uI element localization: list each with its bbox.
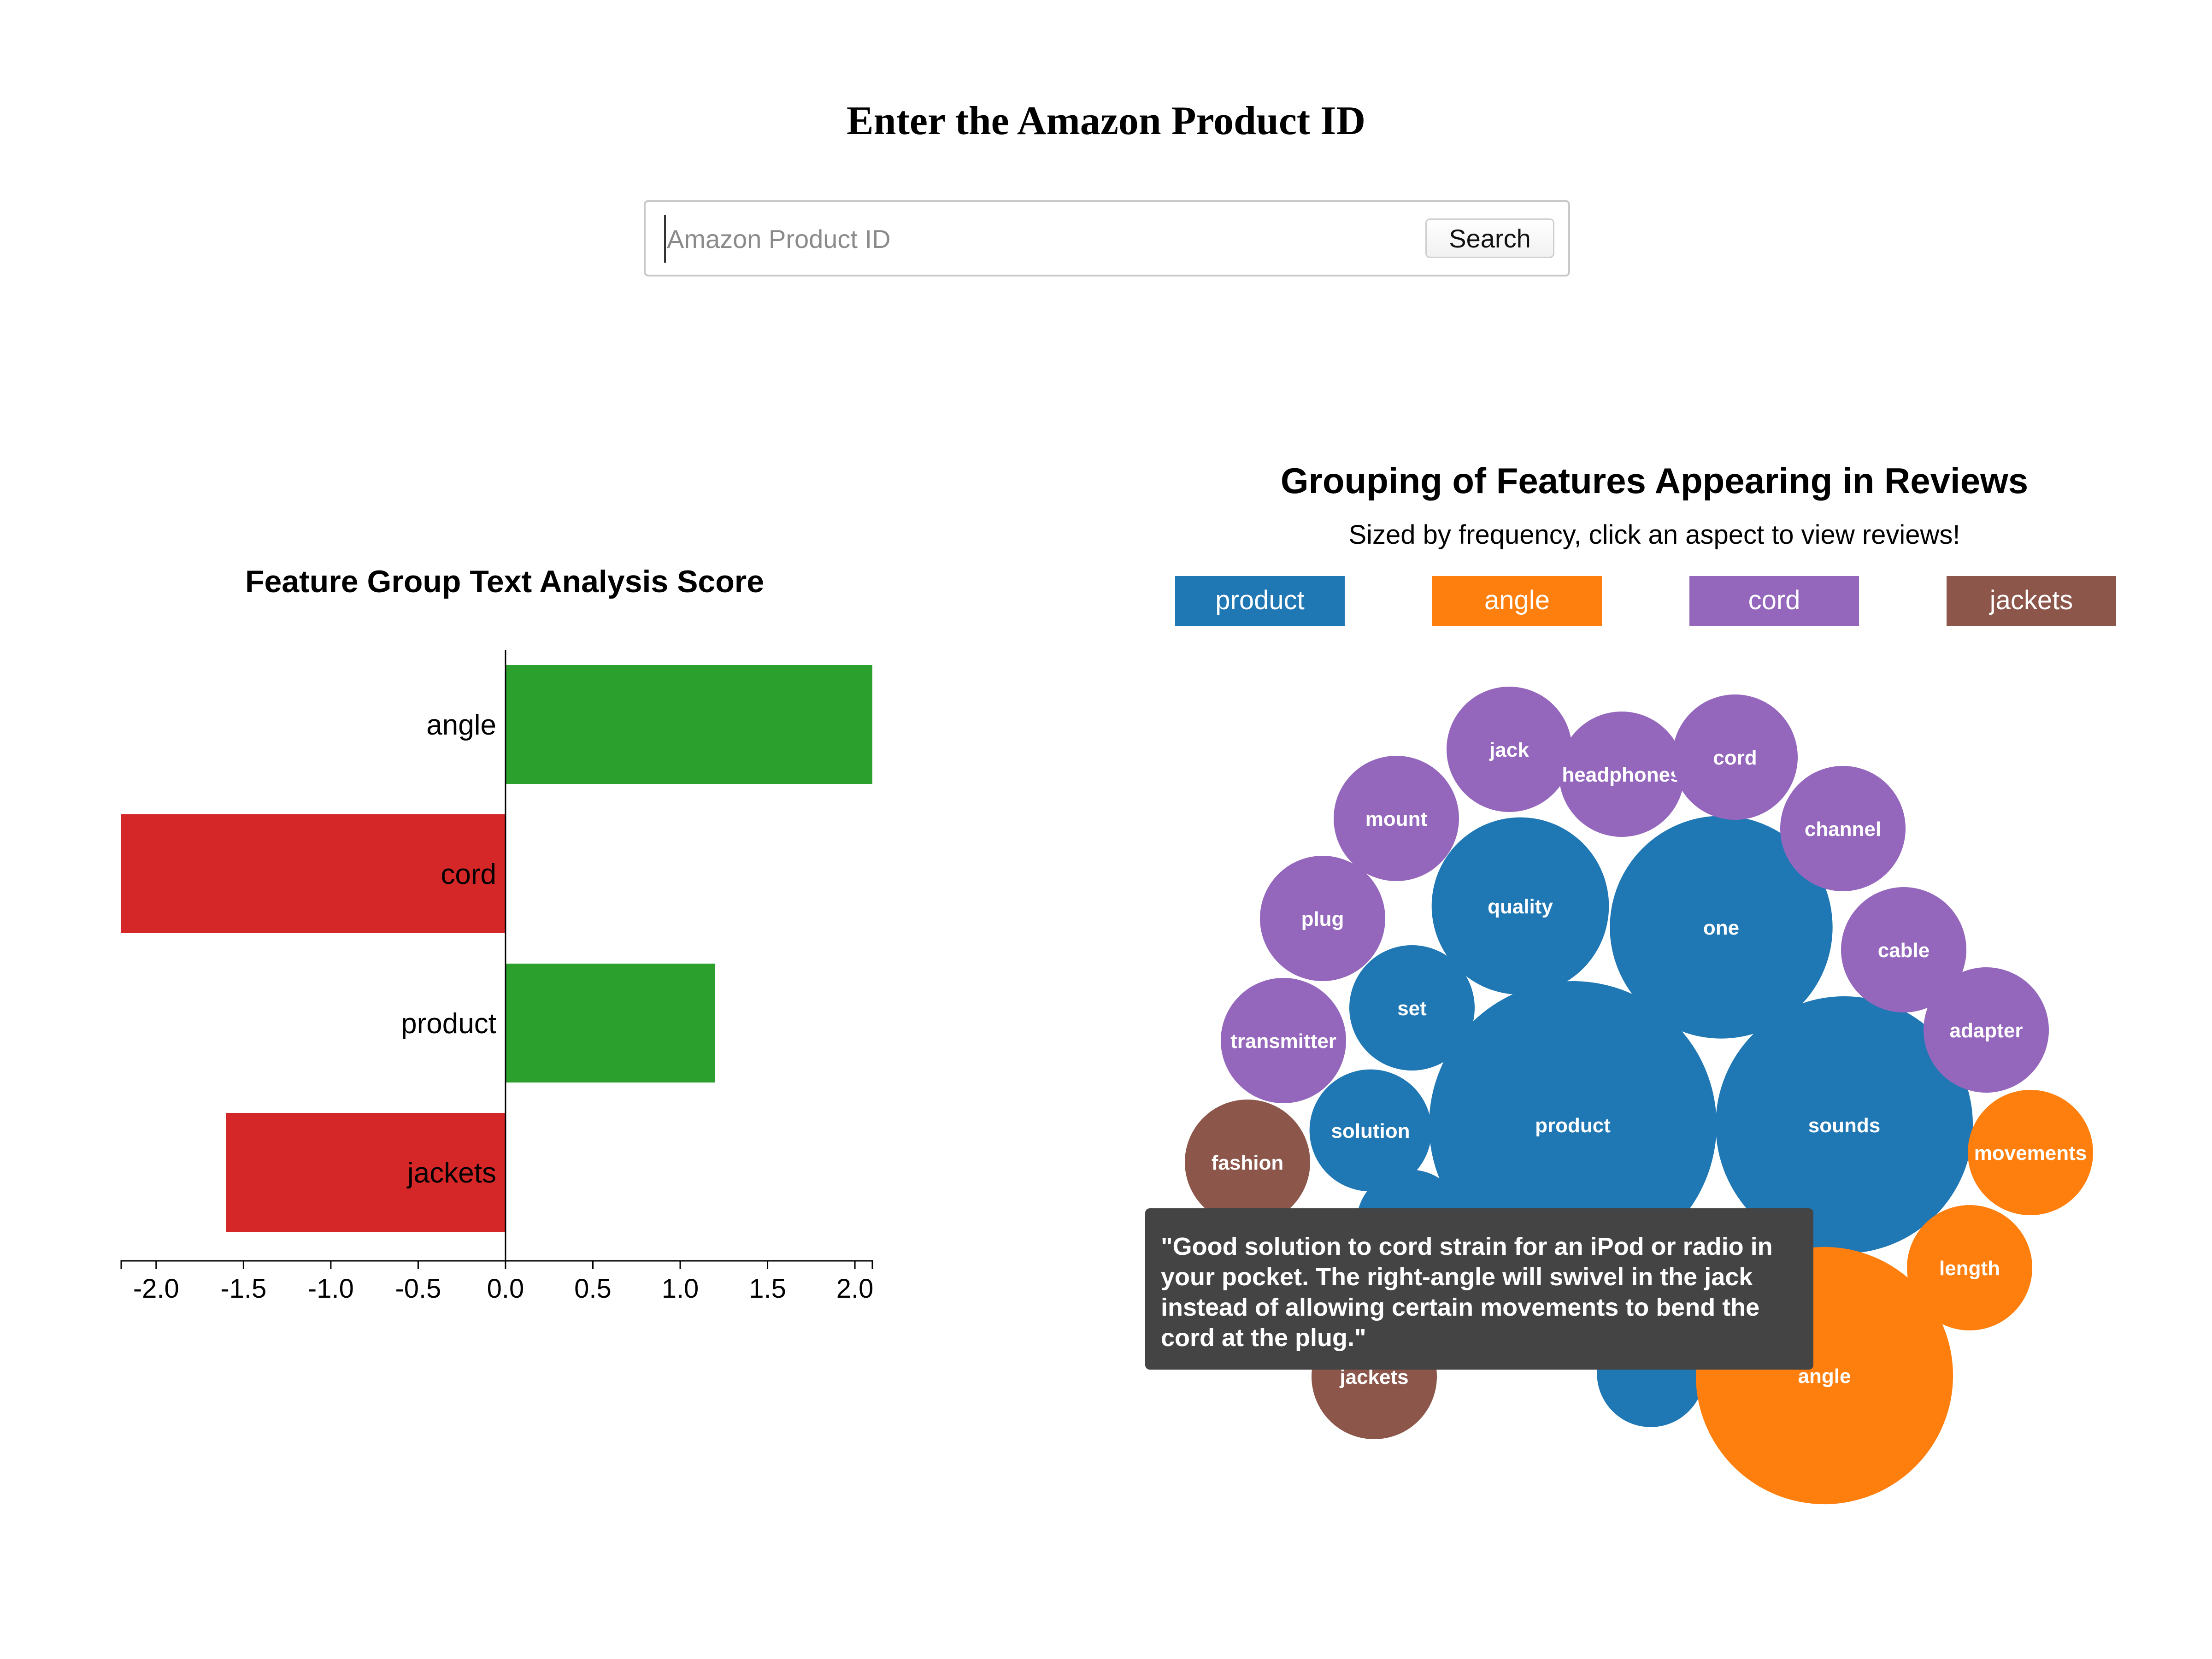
legend-angle-label: angle	[1484, 585, 1550, 615]
bar-chart-title: Feature Group Text Analysis Score	[245, 564, 764, 599]
page-title: Enter the Amazon Product ID	[846, 99, 1366, 143]
x-tick-label: -2.0	[133, 1274, 179, 1304]
bubble-label-one: one	[1703, 917, 1739, 939]
bar-label-angle: angle	[426, 709, 496, 741]
bar-label-jackets: jackets	[406, 1157, 496, 1189]
bar-label-cord: cord	[441, 859, 496, 890]
x-tick-label: 1.0	[662, 1274, 699, 1304]
x-tick-label: -1.5	[220, 1274, 266, 1304]
bubble-label-cable: cable	[1878, 939, 1930, 962]
search-button[interactable]: Search	[1425, 218, 1554, 258]
bubble-label-quality: quality	[1488, 895, 1553, 918]
feature-bubble-chart: Grouping of Features Appearing in Review…	[1175, 460, 2116, 1505]
x-tick-label: -1.0	[308, 1274, 354, 1304]
search-box: Search	[644, 200, 1570, 276]
x-tick-label: 0.0	[487, 1274, 524, 1304]
tooltip-line: instead of allowing certain movements to…	[1161, 1294, 1760, 1321]
x-tick-label: -0.5	[395, 1274, 441, 1304]
bubble-label-length: length	[1939, 1257, 2000, 1280]
bubble-label-headphones: headphones	[1562, 764, 1681, 786]
bubble-label-solution: solution	[1331, 1120, 1410, 1142]
product-id-input[interactable]	[664, 215, 1358, 263]
bubble-label-sounds: sounds	[1808, 1114, 1880, 1137]
tooltip-line: your pocket. The right-angle will swivel…	[1161, 1263, 1753, 1291]
legend-product-label: product	[1215, 585, 1304, 615]
bar-label-product: product	[401, 1008, 496, 1040]
tooltip-line: cord at the plug."	[1161, 1324, 1366, 1352]
bubble-label-cord: cord	[1713, 747, 1757, 769]
bubble-label-fashion: fashion	[1212, 1152, 1283, 1174]
bar-product[interactable]	[505, 964, 715, 1082]
tooltip-line: "Good solution to cord strain for an iPo…	[1161, 1233, 1773, 1260]
bubble-label-jack: jack	[1489, 739, 1529, 761]
bubble-label-mount: mount	[1365, 808, 1428, 830]
legend-cord-label: cord	[1748, 585, 1800, 615]
x-axis-line	[120, 1260, 873, 1269]
bubble-chart-title: Grouping of Features Appearing in Review…	[1281, 460, 2028, 501]
x-tick-label: 1.5	[749, 1274, 786, 1304]
legend-jackets-label: jackets	[1989, 585, 2073, 615]
x-tick-label: 2.0	[836, 1274, 874, 1304]
bubble-label-adapter: adapter	[1950, 1019, 2023, 1042]
bubble-label-channel: channel	[1805, 818, 1881, 841]
bubble-label-set: set	[1397, 997, 1427, 1020]
bubble-label-transmitter: transmitter	[1230, 1030, 1336, 1053]
x-tick-label: 0.5	[574, 1274, 612, 1304]
bar-angle[interactable]	[505, 665, 872, 784]
bubble-label-plug: plug	[1301, 908, 1344, 930]
review-tooltip: "Good solution to cord strain for an iPo…	[1145, 1208, 1813, 1370]
bubble-chart-subtitle: Sized by frequency, click an aspect to v…	[1348, 520, 1960, 550]
bubble-label-movements: movements	[1974, 1142, 2087, 1165]
bubble-label-product: product	[1535, 1114, 1611, 1137]
feature-score-bar-chart: Feature Group Text Analysis Score angle co…	[120, 564, 874, 1304]
